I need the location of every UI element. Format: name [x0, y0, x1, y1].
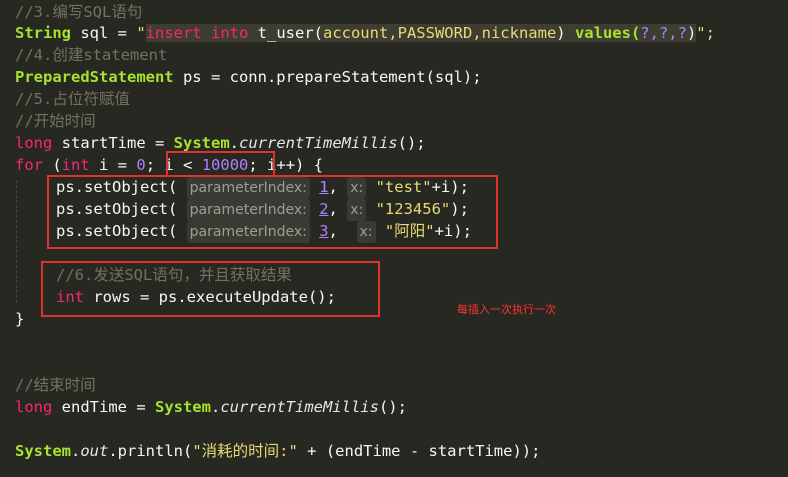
comment-write-sql: //3.编写SQL语句: [15, 3, 143, 21]
highlight-box-loop-condition: [166, 151, 275, 177]
type-prepared: PreparedStatement: [15, 68, 174, 86]
dot: .: [210, 398, 221, 416]
paren-semi: ();: [378, 398, 407, 416]
system-class: System: [173, 134, 230, 152]
kw-long: long: [15, 134, 53, 152]
comment-create-statement: //4.创建statement: [15, 46, 168, 64]
comment-start-time: //开始时间: [15, 112, 96, 130]
millis-call: currentTimeMillis: [239, 134, 398, 152]
sql-var: sql =: [71, 24, 137, 42]
elapsed-expr: + (endTime - startTime));: [297, 442, 541, 460]
sql-end-paren: ): [686, 24, 697, 42]
code-line-println: System.out.println("消耗的时间:" + (endTime -…: [15, 440, 540, 462]
sql-columns: account,PASSWORD,nickname: [322, 24, 557, 42]
println-call: .println(: [108, 442, 193, 460]
dot: .: [71, 442, 81, 460]
annotation-note: 每插入一次执行一次: [457, 303, 556, 316]
quote: ": [136, 24, 146, 42]
semicolon: ;: [145, 156, 156, 174]
out-field: out: [80, 442, 109, 460]
ps-assign: ps = conn.prepareStatement(sql);: [173, 68, 482, 86]
sql-highlight: insert into t_user(account,PASSWORD,nick…: [145, 24, 697, 42]
sql-end: ";: [696, 24, 715, 42]
type-string: String: [15, 24, 71, 42]
sql-close: ): [556, 24, 575, 42]
highlight-box-set-object: [47, 175, 498, 249]
sql-placeholders: ?,?,?: [640, 24, 687, 42]
code-line-end-time: long endTime = System.currentTimeMillis(…: [15, 396, 407, 418]
message-string: "消耗的时间:": [192, 442, 298, 460]
comment-end-time: //结束时间: [15, 376, 96, 394]
for-init: i =: [89, 156, 137, 174]
dot: .: [229, 134, 239, 152]
system-class: System: [15, 442, 71, 460]
code-line-sql: String sql = "insert into t_user(account…: [15, 22, 715, 44]
comment-placeholder: //5.占位符赋值: [15, 90, 130, 108]
millis-call: currentTimeMillis: [220, 398, 379, 416]
kw-int: int: [61, 156, 90, 174]
num-zero: 0: [136, 156, 146, 174]
indent-guide: [16, 180, 17, 303]
sql-insert: insert into: [145, 24, 249, 42]
sql-values: values(: [574, 24, 641, 42]
paren-semi: ();: [397, 134, 426, 152]
code-line-prepared: PreparedStatement ps = conn.prepareState…: [15, 66, 482, 88]
for-open: (: [43, 156, 62, 174]
sql-table: t_user(: [248, 24, 323, 42]
kw-for: for: [15, 156, 43, 174]
start-decl: startTime =: [52, 134, 174, 152]
code-line-close-brace: }: [15, 310, 25, 328]
end-decl: endTime =: [52, 398, 155, 416]
kw-long: long: [15, 398, 53, 416]
system-class: System: [154, 398, 211, 416]
highlight-box-execute: [41, 261, 380, 317]
